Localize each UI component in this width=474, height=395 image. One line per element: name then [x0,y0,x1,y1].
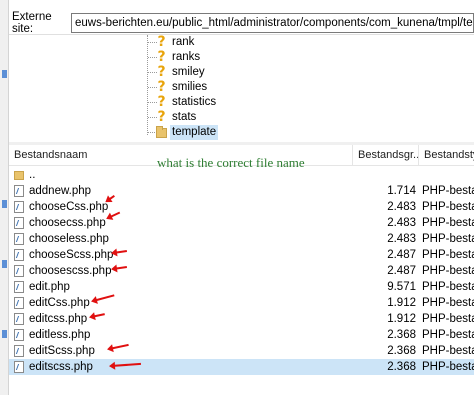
tree-item-label: statistics [172,96,217,108]
remote-site-bar: Externe site: euws-berichten.eu/public_h… [9,11,474,35]
file-size: 1.912 [387,297,416,309]
php-file-icon [14,313,24,325]
panel-marker [2,70,7,78]
file-name: editCss.php [29,297,90,309]
folder-up-icon [14,171,24,180]
question-icon: ? [157,79,166,95]
tree-item-label: smilies [172,81,208,93]
question-icon: ? [157,64,166,80]
file-name: editscss.php [29,361,93,373]
php-file-icon [14,233,24,245]
file-name: editScss.php [29,345,95,357]
file-type: PHP-bestan [422,361,474,373]
file-row[interactable]: chooseCss.php 2.483 PHP-bestan [9,199,474,215]
file-name: editless.php [29,329,91,341]
file-type: PHP-bestan [422,233,474,245]
panel-marker [2,260,7,268]
file-row[interactable]: chooseScss.php 2.487 PHP-bestan [9,247,474,263]
remote-directory-tree: ? rank ? ranks ? smiley ? smilies ? stat… [9,34,474,142]
php-file-icon [14,329,24,341]
file-row[interactable]: chooseless.php 2.483 PHP-bestan [9,231,474,247]
file-name: chooseless.php [29,233,109,245]
file-type: PHP-bestan [422,201,474,213]
php-file-icon [14,201,24,213]
remote-site-path-input[interactable]: euws-berichten.eu/public_html/administra… [71,13,474,33]
file-name: chooseCss.php [29,201,109,213]
question-icon: ? [157,94,166,110]
file-type: PHP-bestan [422,329,474,341]
file-row[interactable]: choosescss.php 2.487 PHP-bestan [9,263,474,279]
question-icon: ? [157,49,166,65]
php-file-icon [14,185,24,197]
file-type: PHP-bestan [422,185,474,197]
folder-icon [156,126,167,138]
file-row-parent[interactable]: .. [9,167,474,183]
file-size: 1.912 [387,313,416,325]
file-size: 2.487 [387,265,416,277]
file-type: PHP-bestan [422,249,474,261]
remote-file-list: Bestandsnaam Bestandsgr... Bestandstyp w… [9,145,474,395]
tree-item-label: smiley [172,66,205,78]
file-size: 2.368 [387,345,416,357]
file-type: PHP-bestan [422,281,474,293]
tree-guide-line [147,35,148,135]
php-file-icon [14,281,24,293]
question-icon: ? [157,109,166,125]
left-panel-edge [0,0,9,395]
file-size: 2.483 [387,233,416,245]
tree-item-label: template [170,125,219,140]
file-name: choosecss.php [29,217,106,229]
column-header-size[interactable]: Bestandsgr... [353,145,418,166]
file-size: 1.714 [387,185,416,197]
file-row[interactable]: editless.php 2.368 PHP-bestan [9,327,474,343]
file-type: PHP-bestan [422,265,474,277]
file-name: addnew.php [29,185,92,197]
php-file-icon [14,249,24,261]
file-name: choosescss.php [29,265,112,277]
php-file-icon [14,345,24,357]
tree-item-label: stats [172,111,197,123]
file-type: PHP-bestan [422,313,474,325]
file-row-selected[interactable]: editscss.php 2.368 PHP-bestan [9,359,474,375]
file-row[interactable]: editScss.php 2.368 PHP-bestan [9,343,474,359]
file-size: 2.483 [387,217,416,229]
file-name: chooseScss.php [29,249,114,261]
tree-item-label: rank [172,36,195,48]
file-size: 2.368 [387,329,416,341]
file-size: 2.368 [387,361,416,373]
file-name: .. [29,169,36,181]
file-row[interactable]: editCss.php 1.912 PHP-bestan [9,295,474,311]
file-row[interactable]: choosecss.php 2.483 PHP-bestan [9,215,474,231]
php-file-icon [14,217,24,229]
file-row[interactable]: editcss.php 1.912 PHP-bestan [9,311,474,327]
panel-marker [2,330,7,338]
file-size: 9.571 [387,281,416,293]
remote-site-label: Externe site: [12,11,52,35]
column-header-type[interactable]: Bestandstyp [419,145,474,166]
file-type: PHP-bestan [422,345,474,357]
file-name: edit.php [29,281,70,293]
file-type: PHP-bestan [422,297,474,309]
tree-item-label: ranks [172,51,201,63]
file-name: editcss.php [29,313,88,325]
file-row[interactable]: addnew.php 1.714 PHP-bestan [9,183,474,199]
file-row[interactable]: edit.php 9.571 PHP-bestan [9,279,474,295]
panel-marker [2,200,7,208]
question-icon: ? [157,34,166,50]
php-file-icon [14,361,24,373]
php-file-icon [14,265,24,277]
file-type: PHP-bestan [422,217,474,229]
file-size: 2.487 [387,249,416,261]
file-size: 2.483 [387,201,416,213]
php-file-icon [14,297,24,309]
